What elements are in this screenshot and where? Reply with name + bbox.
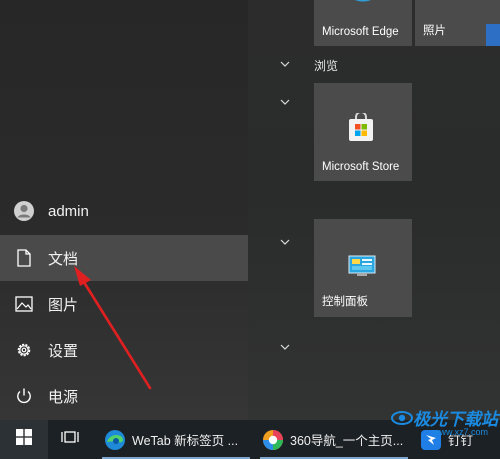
tile-partial[interactable] xyxy=(486,24,500,46)
nav-item-pictures[interactable]: 图片 xyxy=(0,281,248,327)
group-collapse-chevron-icon[interactable] xyxy=(279,341,291,353)
start-menu: admin 文档 图片 设置 电源 浏览 Microsoft Edge 照片 M… xyxy=(0,0,500,420)
nav-item-label: admin xyxy=(48,202,89,220)
taskbar-app-wetab[interactable]: WeTab 新标签页 ... xyxy=(100,420,252,459)
start-left-rail: admin 文档 图片 设置 电源 xyxy=(0,0,248,420)
user-icon xyxy=(0,200,48,222)
taskbar-app-360-browser[interactable]: 360导航_一个主页... xyxy=(258,420,410,459)
tile-microsoft-store[interactable]: Microsoft Store xyxy=(314,83,412,181)
task-view-button[interactable] xyxy=(48,420,92,459)
nav-item-label: 设置 xyxy=(48,342,79,360)
tile-microsoft-edge[interactable]: Microsoft Edge xyxy=(314,0,412,46)
power-icon xyxy=(0,387,48,405)
edge-icon xyxy=(104,429,126,451)
360-browser-icon xyxy=(262,429,284,451)
taskbar-app-label: 360导航_一个主页... xyxy=(290,434,404,448)
taskbar-app-label: WeTab 新标签页 ... xyxy=(132,434,239,448)
nav-item-power[interactable]: 电源 xyxy=(0,373,248,419)
tile-label: Microsoft Edge xyxy=(322,26,399,38)
nav-item-user[interactable]: admin xyxy=(0,188,248,234)
nav-item-label: 文档 xyxy=(48,250,79,268)
watermark-site: www.xz7.com xyxy=(432,427,488,437)
group-collapse-chevron-icon[interactable] xyxy=(279,96,291,108)
watermark-logo: 极光下载站 www.xz7.com xyxy=(391,405,498,437)
control-panel-icon xyxy=(348,255,376,282)
tile-label: 照片 xyxy=(423,25,446,37)
watermark-logo-icon xyxy=(391,410,413,425)
windows-icon xyxy=(16,429,32,450)
tile-group-label-browse[interactable]: 浏览 xyxy=(314,57,338,74)
nav-item-label: 图片 xyxy=(48,296,79,314)
tile-control-panel[interactable]: 控制面板 xyxy=(314,219,412,317)
store-icon xyxy=(346,111,376,148)
nav-item-documents[interactable]: 文档 xyxy=(0,235,248,281)
start-button[interactable] xyxy=(0,420,48,459)
group-collapse-chevron-icon[interactable] xyxy=(279,236,291,248)
edge-icon xyxy=(346,0,380,11)
task-view-icon xyxy=(61,430,79,449)
tile-label: 控制面板 xyxy=(322,296,368,308)
nav-item-settings[interactable]: 设置 xyxy=(0,327,248,373)
document-icon xyxy=(0,249,48,267)
tile-label: Microsoft Store xyxy=(322,161,400,173)
picture-icon xyxy=(0,296,48,312)
nav-item-label: 电源 xyxy=(48,388,79,406)
gear-icon xyxy=(0,341,48,359)
group-collapse-chevron-icon[interactable] xyxy=(279,58,291,70)
